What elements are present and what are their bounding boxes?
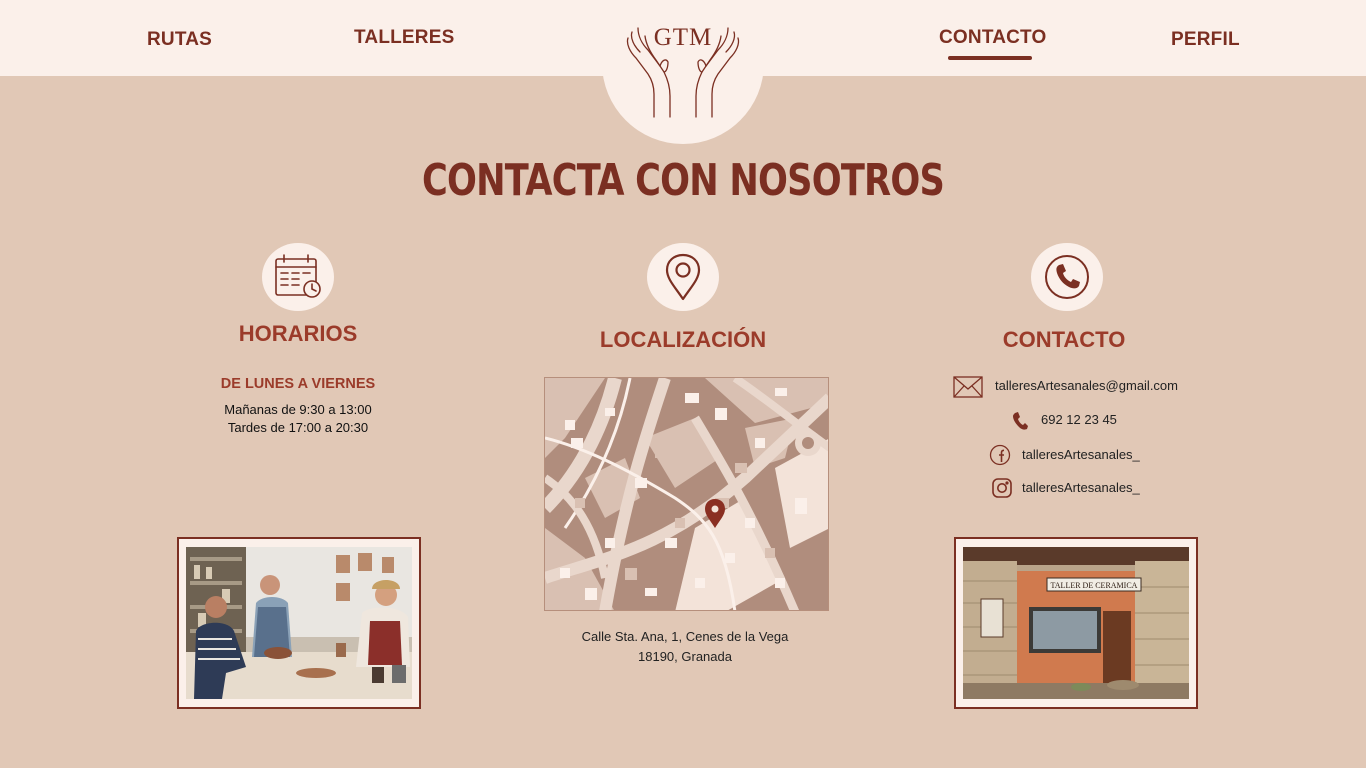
schedule-afternoon: Tardes de 17:00 a 20:30 (227, 420, 369, 435)
localizacion-icon-badge (647, 243, 719, 311)
phone-icon (1045, 255, 1089, 299)
workshop-photo-frame (177, 537, 421, 709)
location-pin-icon (665, 253, 701, 301)
facebook-icon (989, 444, 1011, 466)
storefront-photo-frame: TALLER DE CERAMICA (954, 537, 1198, 709)
contacto-title: CONTACTO (1002, 327, 1126, 352)
contact-facebook-text[interactable]: talleresArtesanales_ (1022, 447, 1140, 462)
contact-email-text[interactable]: talleresArtesanales@gmail.com (995, 378, 1178, 393)
nav-rutas[interactable]: RUTAS (147, 29, 212, 51)
horarios-icon-badge (262, 243, 334, 311)
localizacion-title: LOCALIZACIÓN (599, 327, 767, 352)
nav-contacto[interactable]: CONTACTO (939, 27, 1047, 49)
envelope-icon (953, 376, 983, 398)
hands-logo-icon[interactable] (618, 22, 748, 122)
contact-instagram-text[interactable]: talleresArtesanales_ (1022, 480, 1140, 495)
map-illustration (545, 378, 828, 610)
storefront-sign-text: TALLER DE CERAMICA (1051, 581, 1138, 590)
storefront-photo: TALLER DE CERAMICA (963, 547, 1189, 699)
location-map[interactable] (544, 377, 829, 611)
schedule-morning: Mañanas de 9:30 a 13:00 (224, 402, 372, 417)
contacto-icon-badge (1031, 243, 1103, 311)
address-street: Calle Sta. Ana, 1, Cenes de la Vega (581, 629, 789, 644)
instagram-icon (992, 478, 1012, 498)
calendar-clock-icon (275, 254, 321, 298)
nav-perfil[interactable]: PERFIL (1171, 29, 1240, 51)
schedule-heading: DE LUNES A VIERNES (220, 376, 376, 392)
address-city: 18190, Granada (638, 649, 732, 664)
page-title: CONTACTA CON NOSOTROS (421, 155, 945, 206)
horarios-title: HORARIOS (238, 321, 358, 346)
contact-phone-text[interactable]: 692 12 23 45 (1041, 412, 1117, 427)
nav-talleres[interactable]: TALLERES (354, 27, 454, 49)
phone-handset-icon (1013, 412, 1028, 430)
nav-active-indicator (948, 56, 1032, 60)
workshop-photo (186, 547, 412, 699)
